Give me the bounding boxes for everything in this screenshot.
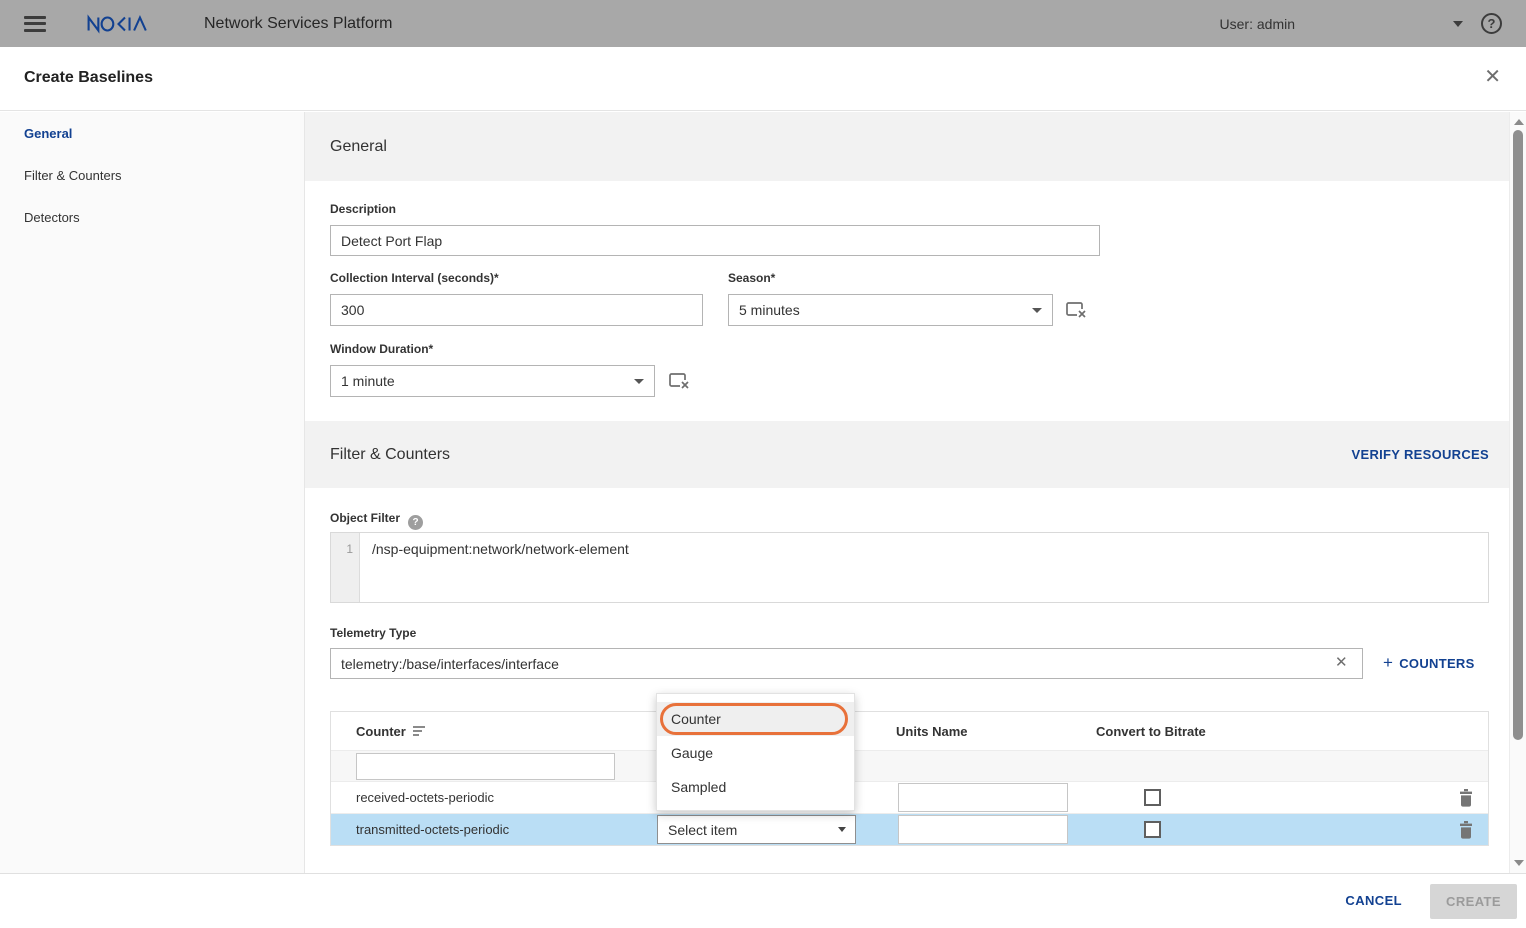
plus-icon: + [1383, 653, 1393, 673]
counter-filter-input[interactable] [356, 753, 615, 780]
delete-row-icon[interactable] [1459, 821, 1473, 839]
object-filter-help-icon[interactable]: ? [408, 515, 423, 530]
units-name-column-header: Units Name [896, 724, 968, 739]
vertical-scrollbar[interactable] [1509, 112, 1526, 873]
scroll-up-icon[interactable] [1514, 119, 1524, 125]
window-duration-label: Window Duration* [330, 342, 433, 356]
scroll-down-icon[interactable] [1514, 860, 1524, 866]
window-duration-clear-icon[interactable] [669, 373, 691, 390]
counters-table: Counter Units Name Convert to Bitrate re… [330, 711, 1489, 846]
season-label: Season* [728, 271, 775, 285]
units-name-input[interactable] [898, 783, 1068, 812]
dialog-sidebar: General Filter & Counters Detectors [0, 112, 305, 873]
chevron-down-icon [634, 379, 644, 384]
window-duration-select[interactable]: 1 minute [330, 365, 655, 397]
close-icon[interactable]: ✕ [1484, 67, 1501, 87]
filter-counters-section-title: Filter & Counters [330, 446, 450, 464]
season-select[interactable]: 5 minutes [728, 294, 1053, 326]
editor-line-number: 1 [331, 533, 360, 602]
dropdown-option-sampled[interactable]: Sampled [657, 770, 854, 804]
object-filter-editor[interactable]: 1 /nsp-equipment:network/network-element [330, 532, 1489, 603]
hamburger-menu-icon[interactable] [24, 16, 46, 32]
create-baselines-screen: Network Services Platform User: admin ? … [0, 0, 1526, 928]
object-filter-label: Object Filter? [330, 511, 423, 530]
description-label: Description [330, 202, 396, 216]
counter-type-dropdown: Counter Gauge Sampled [656, 693, 855, 811]
top-bar: Network Services Platform User: admin ? [0, 0, 1526, 47]
verify-resources-button[interactable]: VERIFY RESOURCES [1352, 447, 1489, 462]
cancel-button[interactable]: CANCEL [1345, 893, 1402, 908]
scrollbar-thumb[interactable] [1513, 130, 1523, 740]
sort-icon [413, 726, 425, 736]
counter-type-select[interactable]: Select item [657, 815, 856, 844]
sidebar-item-general[interactable]: General [0, 112, 304, 154]
counter-cell: received-octets-periodic [356, 790, 494, 805]
units-name-input[interactable] [898, 815, 1068, 844]
counters-table-header: Counter Units Name Convert to Bitrate [331, 712, 1488, 750]
add-counters-button[interactable]: + COUNTERS [1383, 653, 1475, 673]
description-input[interactable] [330, 225, 1100, 256]
dropdown-option-counter[interactable]: Counter [657, 702, 854, 736]
chevron-down-icon [1032, 308, 1042, 313]
dialog-title: Create Baselines [24, 69, 153, 87]
object-filter-value: /nsp-equipment:network/network-element [360, 533, 629, 602]
dropdown-option-gauge[interactable]: Gauge [657, 736, 854, 770]
convert-to-bitrate-column-header: Convert to Bitrate [1096, 724, 1206, 739]
delete-row-icon[interactable] [1459, 789, 1473, 807]
convert-to-bitrate-checkbox[interactable] [1144, 821, 1161, 838]
dialog-main: General Description Collection Interval … [305, 112, 1510, 873]
dialog-header: Create Baselines ✕ [0, 47, 1526, 111]
telemetry-type-label: Telemetry Type [330, 626, 416, 640]
telemetry-type-clear-icon[interactable]: ✕ [1335, 655, 1348, 670]
telemetry-type-input[interactable]: telemetry:/base/interfaces/interface [330, 648, 1363, 679]
convert-to-bitrate-checkbox[interactable] [1144, 789, 1161, 806]
collection-interval-label: Collection Interval (seconds)* [330, 271, 499, 285]
help-icon[interactable]: ? [1481, 13, 1502, 34]
collection-interval-input[interactable] [330, 294, 703, 326]
nokia-logo [86, 11, 164, 37]
user-menu-label[interactable]: User: admin [1220, 16, 1295, 32]
app-title: Network Services Platform [204, 15, 393, 33]
season-clear-icon[interactable] [1066, 302, 1088, 319]
general-section-header: General [305, 112, 1510, 181]
table-filter-row [331, 750, 1488, 781]
chevron-down-icon [838, 827, 846, 832]
create-button[interactable]: CREATE [1430, 884, 1517, 919]
general-section-title: General [330, 138, 387, 156]
table-row[interactable]: received-octets-periodic [331, 781, 1488, 813]
filter-counters-section-header: Filter & Counters VERIFY RESOURCES [305, 421, 1510, 488]
user-menu-caret-icon[interactable] [1453, 21, 1463, 27]
table-row-selected[interactable]: transmitted-octets-periodic Select item [331, 813, 1488, 845]
sidebar-item-filter-counters[interactable]: Filter & Counters [0, 154, 304, 196]
dialog-footer: CANCEL CREATE [0, 873, 1526, 928]
sidebar-item-detectors[interactable]: Detectors [0, 196, 304, 238]
counter-column-header[interactable]: Counter [356, 724, 425, 739]
counter-cell: transmitted-octets-periodic [356, 822, 509, 837]
